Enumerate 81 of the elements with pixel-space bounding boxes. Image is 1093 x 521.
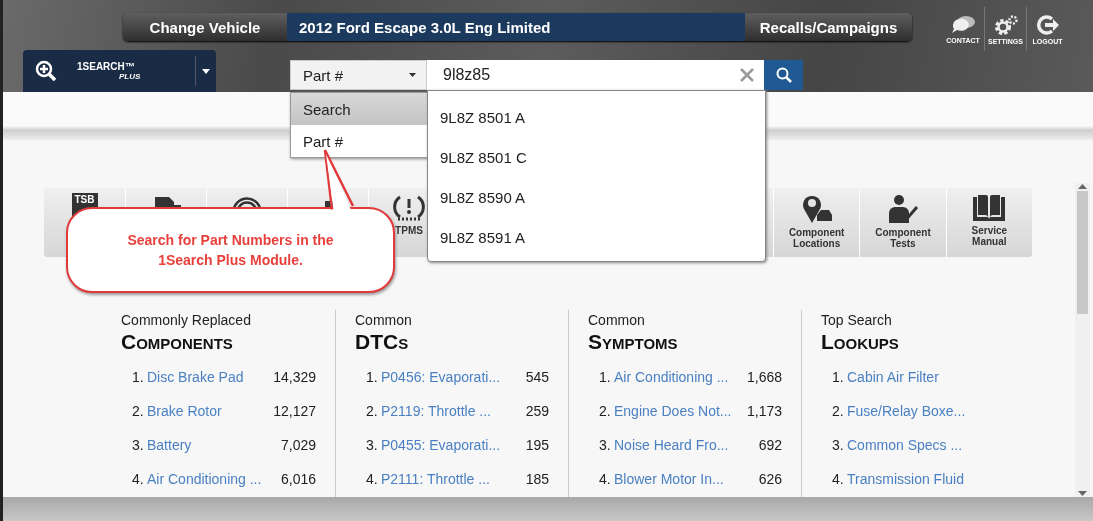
item-link[interactable]: Common Specs ... [847, 437, 963, 453]
module-button[interactable]: 1SEARCH™ PLUS [23, 50, 216, 92]
column-title: Lookups [821, 330, 900, 354]
suggestion-item[interactable]: 9L8Z 8501 A [428, 97, 765, 137]
search-icon [775, 67, 792, 83]
item-link[interactable]: P0456: Evaporati... [381, 369, 501, 385]
repair-count: 185 [525, 471, 549, 487]
rank-number: 1. [132, 369, 145, 385]
repair-count: 545 [525, 369, 549, 385]
rank-number: 3. [132, 437, 145, 453]
search-type-dropdown[interactable]: Part # [290, 60, 427, 90]
item-link[interactable]: Fuse/Relay Boxe... [847, 403, 966, 419]
repair-count: 1,668 [746, 369, 782, 385]
suggestion-item[interactable]: 9L8Z 8501 C [428, 137, 765, 177]
rank-number: 1. [832, 369, 845, 385]
rank-number: 2. [599, 403, 612, 419]
scroll-up-icon[interactable] [1078, 183, 1087, 189]
column-title: DTCs [355, 330, 410, 354]
caret-icon [202, 68, 210, 74]
column-subtitle: Common [588, 312, 646, 328]
repair-count: 626 [758, 471, 782, 487]
dropdown-option[interactable]: Search [291, 93, 428, 125]
item-link[interactable]: Disc Brake Pad [147, 369, 244, 385]
column-subtitle: Commonly Replaced [121, 312, 252, 328]
person-check-icon [886, 193, 920, 225]
chat-bubbles-icon [950, 14, 976, 35]
rank-number: 1. [366, 369, 379, 385]
rank-number: 2. [132, 403, 145, 419]
rank-number: 1. [599, 369, 612, 385]
repair-count: 692 [758, 437, 782, 453]
tool-tile[interactable]: Service Manual [945, 188, 1032, 257]
item-link[interactable]: Noise Heard Fro... [614, 437, 729, 453]
rank-number: 3. [832, 437, 845, 453]
rank-number: 4. [832, 471, 845, 487]
settings-icon [992, 13, 1019, 36]
item-link[interactable]: Air Conditioning ... [614, 369, 729, 385]
rank-number: 3. [366, 437, 379, 453]
rank-number: 2. [366, 403, 379, 419]
tire-warning-icon [392, 193, 426, 223]
scroll-thumb[interactable] [1077, 191, 1088, 314]
dropdown-option[interactable]: Part # [291, 125, 428, 157]
repair-count: 7,029 [280, 437, 316, 453]
item-link[interactable]: Transmission Fluid [847, 471, 964, 487]
column-title: Symptoms [588, 330, 679, 354]
logout-icon [1035, 13, 1060, 36]
rank-number: 2. [832, 403, 845, 419]
repair-count: 195 [525, 437, 549, 453]
item-link[interactable]: Cabin Air Filter [847, 369, 939, 385]
scrollbar[interactable] [1075, 183, 1090, 497]
caret-icon [409, 73, 416, 77]
item-link[interactable]: Battery [147, 437, 192, 453]
item-link[interactable]: Blower Motor In... [614, 471, 724, 487]
rank-number: 4. [132, 471, 145, 487]
repair-count: 14,329 [273, 369, 316, 385]
column-subtitle: Top Search [821, 312, 893, 328]
item-link[interactable]: P2111: Throttle ... [381, 471, 490, 487]
item-link[interactable]: Engine Does Not... [614, 403, 732, 419]
item-link[interactable]: P2119: Throttle ... [381, 403, 491, 419]
vehicle-name: 2012 Ford Escape 3.0L Eng Limited [287, 13, 745, 41]
repair-count: 6,016 [280, 471, 316, 487]
item-link[interactable]: Brake Rotor [147, 403, 222, 419]
book-icon [971, 193, 1008, 223]
rank-number: 4. [599, 471, 612, 487]
rank-number: 3. [599, 437, 612, 453]
recalls-button[interactable]: Recalls/Campaigns [745, 13, 912, 41]
callout-tooltip: Search for Part Numbers in the 1Search Plus Module. [66, 207, 395, 293]
item-link[interactable]: P0455: Evaporati... [381, 437, 501, 453]
rank-number: 4. [366, 471, 379, 487]
repair-count: 259 [525, 403, 549, 419]
zoom-in-icon [35, 60, 57, 82]
tool-tile[interactable]: Component Tests [859, 188, 946, 257]
tool-tile[interactable]: Component Locations [773, 188, 860, 257]
repair-count: 1,173 [746, 403, 782, 419]
search-button[interactable] [764, 60, 803, 90]
search-field[interactable]: 9l8z85 [427, 60, 764, 90]
repair-count: 12,127 [273, 403, 316, 419]
column-title: Components [121, 330, 234, 354]
item-link[interactable]: Air Conditioning ... [147, 471, 262, 487]
change-vehicle-button[interactable]: Change Vehicle [123, 13, 287, 41]
column-subtitle: Common [355, 312, 413, 328]
close-icon[interactable] [739, 67, 755, 83]
